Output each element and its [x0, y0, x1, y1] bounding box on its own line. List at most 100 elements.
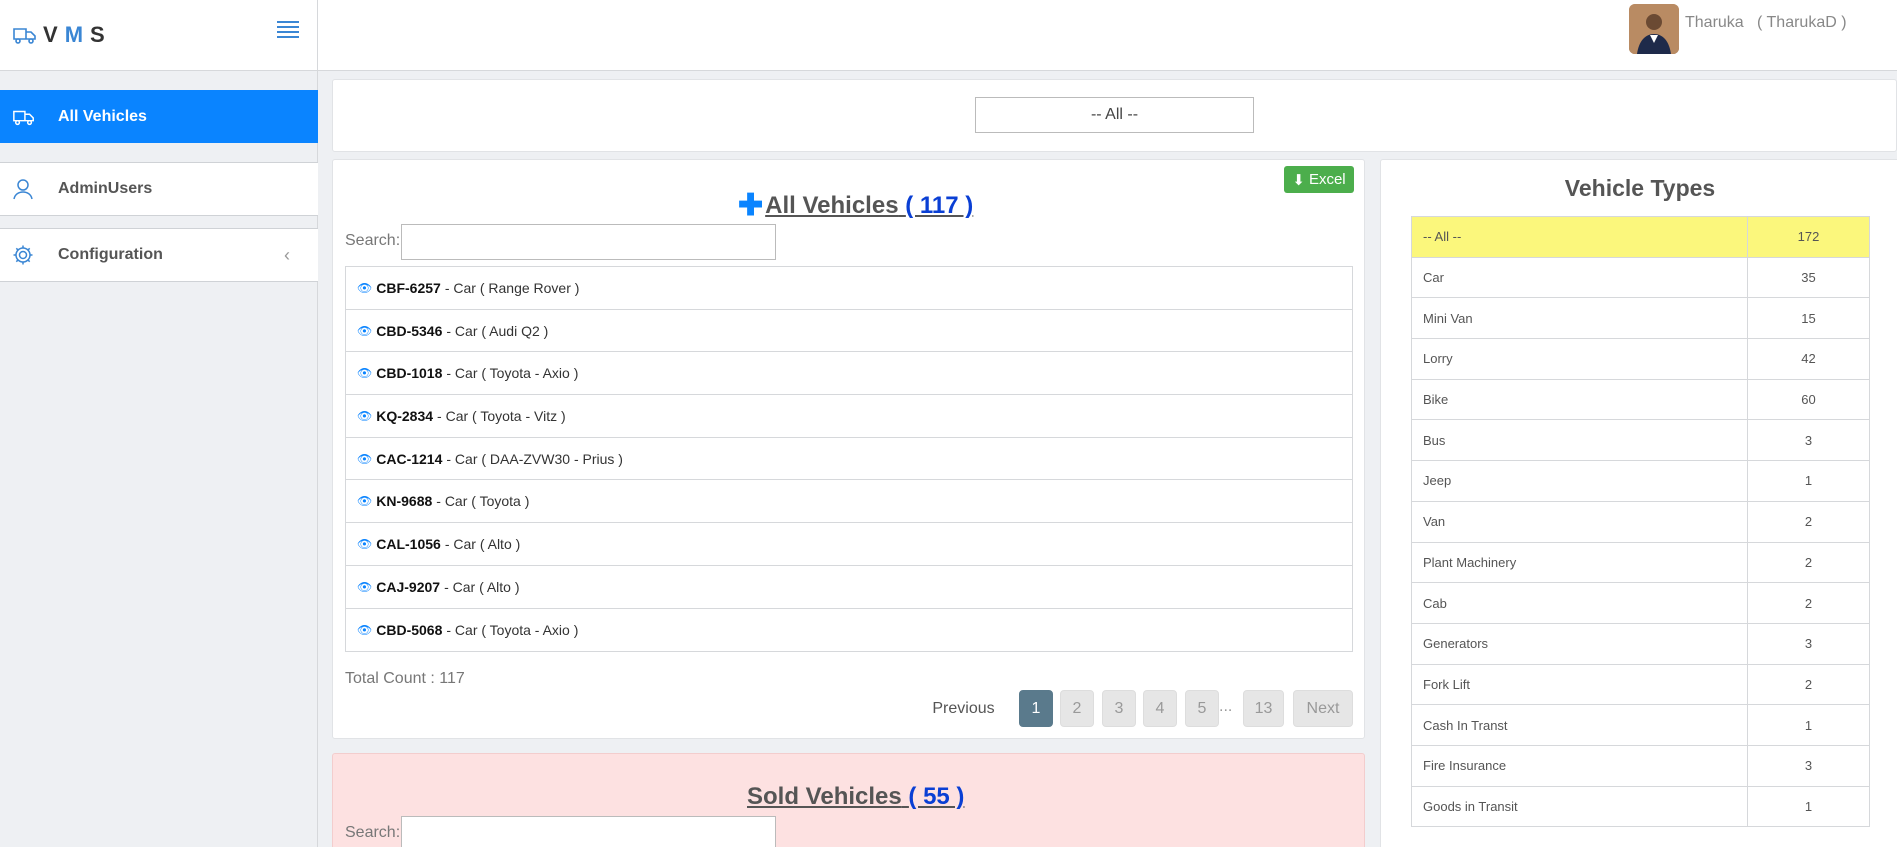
avatar[interactable] — [1629, 4, 1679, 54]
user-name[interactable]: Tharuka ( TharukaD ) — [1685, 14, 1847, 32]
vehicle-type-row[interactable]: Bike 60 — [1411, 378, 1870, 421]
sidebar-item-admin-users[interactable]: AdminUsers — [0, 162, 318, 216]
vehicle-plate: CAL-1056 — [376, 535, 441, 552]
vehicle-plate: CAJ-9207 — [376, 578, 441, 595]
all-vehicles-count[interactable]: ( 117 ) — [905, 192, 973, 219]
vehicle-list-item[interactable]: 👁 CAC-1214- Car ( DAA-ZVW30 - Prius ) — [346, 438, 1352, 481]
sidebar-item-configuration[interactable]: Configuration ‹ — [0, 228, 318, 282]
brand-letter-s: S — [90, 22, 107, 47]
vehicle-description: - Car ( Alto ) — [444, 535, 521, 552]
vehicle-type-name: Fire Insurance — [1411, 744, 1748, 787]
vehicle-type-name: Lorry — [1411, 338, 1748, 380]
vehicle-type-row[interactable]: Bus 3 — [1411, 419, 1870, 462]
pagination-ellipsis: ... — [1219, 698, 1233, 715]
vehicle-type-name: Goods in Transit — [1411, 785, 1748, 828]
vehicle-description: - Car ( Alto ) — [444, 578, 520, 595]
vehicle-type-name: Jeep — [1411, 460, 1748, 502]
sold-vehicles-title-text: Sold Vehicles — [747, 783, 902, 810]
sidebar-item-label: All Vehicles — [58, 107, 147, 125]
vehicle-type-row[interactable]: Jeep 1 — [1411, 460, 1870, 502]
vehicle-description: - Car ( Range Rover ) — [444, 279, 580, 296]
eye-icon: 👁 — [357, 494, 373, 509]
vehicle-type-count: 35 — [1747, 256, 1870, 299]
pagination-page-last[interactable]: 13 — [1243, 690, 1284, 727]
vehicle-list-item[interactable]: 👁 CBD-1018- Car ( Toyota - Axio ) — [346, 352, 1352, 396]
vehicle-description: - Car ( Toyota - Axio ) — [446, 621, 579, 638]
vehicle-type-row[interactable]: Lorry 42 — [1411, 338, 1870, 380]
chevron-left-icon: ‹ — [284, 244, 290, 265]
vehicle-type-count: 172 — [1747, 216, 1870, 258]
vehicle-type-row[interactable]: Van 2 — [1411, 500, 1870, 543]
vehicle-list: 👁 CBF-6257- Car ( Range Rover ) 👁 CBD-5346-… — [345, 266, 1353, 653]
download-icon: ⬇ — [1292, 171, 1305, 189]
eye-icon: 👁 — [357, 366, 373, 381]
eye-icon: 👁 — [357, 280, 373, 295]
vehicle-type-row[interactable]: Mini Van 15 — [1411, 297, 1870, 340]
eye-icon: 👁 — [357, 579, 373, 594]
all-vehicles-title: ✚All Vehicles ( 117 ) — [738, 188, 973, 223]
vehicle-plate: CBF-6257 — [376, 279, 441, 296]
vehicle-list-item[interactable]: 👁 CBF-6257- Car ( Range Rover ) — [346, 267, 1352, 310]
menu-toggle-icon[interactable] — [277, 18, 299, 41]
vehicle-type-count: 1 — [1747, 704, 1870, 746]
vehicle-types-title: Vehicle Types — [1564, 175, 1716, 201]
vehicle-type-name: -- All -- — [1411, 216, 1748, 258]
vehicle-list-item[interactable]: 👁 KN-9688- Car ( Toyota ) — [346, 480, 1352, 524]
vehicle-type-row[interactable]: -- All -- 172 — [1411, 216, 1870, 258]
gear-icon — [0, 244, 58, 266]
pagination-page-1[interactable]: 1 — [1019, 690, 1053, 727]
vehicle-type-name: Bike — [1411, 378, 1748, 421]
vehicle-type-row[interactable]: Car 35 — [1411, 256, 1870, 299]
vehicle-type-filter-select[interactable]: -- All -- — [975, 97, 1254, 133]
eye-icon: 👁 — [357, 323, 373, 338]
vehicle-type-name: Bus — [1411, 419, 1748, 462]
vehicle-type-name: Cash In Transt — [1411, 704, 1748, 746]
vehicle-type-count: 60 — [1747, 378, 1870, 421]
search-label: Search: — [345, 232, 401, 249]
vehicle-type-row[interactable]: Fork Lift 2 — [1411, 663, 1870, 706]
pagination-page-2[interactable]: 2 — [1060, 690, 1094, 727]
vehicle-type-count: 2 — [1747, 663, 1870, 706]
vehicle-plate: KQ-2834 — [376, 407, 434, 424]
sidebar-item-label: Configuration — [58, 246, 163, 263]
vehicle-type-count: 2 — [1747, 541, 1870, 584]
vehicle-type-row[interactable]: Generators 3 — [1411, 622, 1870, 665]
pagination-page-4[interactable]: 4 — [1143, 690, 1177, 727]
vehicle-type-row[interactable]: Plant Machinery 2 — [1411, 541, 1870, 584]
vehicle-search-input[interactable] — [401, 224, 776, 260]
vehicle-description: - Car ( Toyota - Axio ) — [446, 365, 579, 382]
vehicle-list-item[interactable]: 👁 CAJ-9207- Car ( Alto ) — [346, 566, 1352, 609]
brand-bar: V M S — [0, 0, 317, 71]
vehicle-type-name: Generators — [1411, 622, 1748, 665]
pagination-page-5[interactable]: 5 — [1185, 690, 1219, 727]
pagination-next[interactable]: Next — [1293, 690, 1353, 727]
brand-letter-m: M — [64, 22, 86, 47]
user-icon — [0, 178, 58, 200]
excel-export-button[interactable]: ⬇ Excel — [1284, 166, 1354, 193]
vehicle-list-item[interactable]: 👁 KQ-2834- Car ( Toyota - Vitz ) — [346, 395, 1352, 438]
vehicle-type-name: Van — [1411, 500, 1748, 543]
sold-vehicles-count[interactable]: ( 55 ) — [908, 783, 964, 810]
vehicle-type-count: 1 — [1747, 460, 1870, 502]
vehicle-plate: KN-9688 — [376, 493, 433, 510]
vehicle-type-count: 2 — [1747, 500, 1870, 543]
pagination-page-3[interactable]: 3 — [1102, 690, 1136, 727]
add-vehicle-icon[interactable]: ✚ — [738, 188, 763, 223]
pagination-previous[interactable]: Previous — [926, 690, 1001, 727]
vehicle-type-row[interactable]: Goods in Transit 1 — [1411, 785, 1870, 828]
vehicle-type-name: Car — [1411, 256, 1748, 299]
vehicle-plate: CBD-1018 — [376, 365, 443, 382]
vehicle-type-row[interactable]: Cab 2 — [1411, 582, 1870, 624]
vehicle-type-row[interactable]: Fire Insurance 3 — [1411, 744, 1870, 787]
vehicle-list-item[interactable]: 👁 CBD-5346- Car ( Audi Q2 ) — [346, 310, 1352, 353]
vehicle-type-count: 2 — [1747, 582, 1870, 624]
vehicle-list-item[interactable]: 👁 CBD-5068- Car ( Toyota - Axio ) — [346, 609, 1352, 652]
vehicle-list-item[interactable]: 👁 CAL-1056- Car ( Alto ) — [346, 523, 1352, 566]
eye-icon: 👁 — [357, 408, 373, 423]
sold-vehicle-search-input[interactable] — [401, 816, 776, 847]
truck-icon — [0, 107, 58, 127]
vehicle-plate: CBD-5346 — [376, 322, 443, 339]
brand-logo[interactable]: V M S — [12, 22, 107, 48]
sidebar-item-all-vehicles[interactable]: All Vehicles — [0, 90, 318, 143]
vehicle-type-row[interactable]: Cash In Transt 1 — [1411, 704, 1870, 746]
